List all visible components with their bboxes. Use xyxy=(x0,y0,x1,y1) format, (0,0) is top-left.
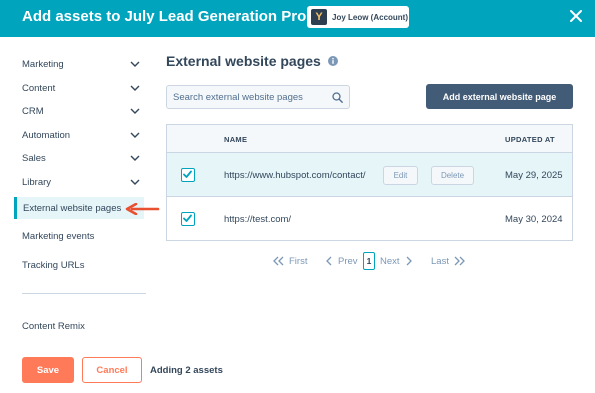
table-row: https://test.com/ May 30, 2024 xyxy=(167,197,572,241)
chevron-down-icon xyxy=(130,132,140,138)
pagination-next[interactable]: Next xyxy=(380,252,412,270)
modal-header: Add assets to July Lead Generation Promo… xyxy=(0,0,595,37)
sidebar-item-sales[interactable]: Sales xyxy=(22,148,140,168)
sidebar-item-label: Content Remix xyxy=(22,320,85,332)
delete-button[interactable]: Delete xyxy=(431,166,474,185)
row-checkbox[interactable] xyxy=(181,168,195,182)
sidebar-item-label: Automation xyxy=(22,129,71,141)
sidebar-item-label: Tracking URLs xyxy=(22,259,85,271)
page-url[interactable]: https://www.hubspot.com/contact/ xyxy=(224,170,366,181)
double-chevron-left-icon xyxy=(273,256,284,266)
sidebar-item-automation[interactable]: Automation xyxy=(22,125,140,145)
pagination-next-label: Next xyxy=(380,255,400,267)
chevron-left-icon xyxy=(326,256,332,266)
pagination-last[interactable]: Last xyxy=(431,252,465,270)
pagination-current-page[interactable]: 1 xyxy=(363,252,375,270)
sidebar-item-library[interactable]: Library xyxy=(22,172,140,192)
check-icon xyxy=(183,214,192,222)
save-button[interactable]: Save xyxy=(22,357,74,383)
search-field xyxy=(166,85,350,109)
chevron-right-icon xyxy=(406,256,412,266)
double-chevron-right-icon xyxy=(454,256,465,266)
sidebar-divider xyxy=(22,293,146,294)
column-header-name[interactable]: NAME xyxy=(224,135,247,144)
sidebar-item-marketing-events[interactable]: Marketing events xyxy=(22,226,140,246)
table-header: NAME UPDATED AT xyxy=(167,125,572,153)
chevron-down-icon xyxy=(130,85,140,91)
pagination-first-label: First xyxy=(289,255,308,267)
sidebar-item-crm[interactable]: CRM xyxy=(22,101,140,121)
sidebar-item-label: Library xyxy=(22,176,52,188)
check-icon xyxy=(183,170,192,178)
sidebar-item-label: Marketing events xyxy=(22,230,95,242)
pointer-arrow-icon xyxy=(125,203,160,215)
column-header-updated-at[interactable]: UPDATED AT xyxy=(505,135,555,144)
pagination-last-label: Last xyxy=(431,255,449,267)
sidebar-item-tracking-urls[interactable]: Tracking URLs xyxy=(22,255,140,275)
updated-at: May 30, 2024 xyxy=(505,214,563,225)
search-input[interactable] xyxy=(167,86,317,108)
close-icon[interactable] xyxy=(568,8,584,24)
sidebar-item-label: Marketing xyxy=(22,58,64,70)
adding-assets-status: Adding 2 assets xyxy=(150,365,223,376)
sidebar-item-label: External website pages xyxy=(23,202,122,214)
pages-table: NAME UPDATED AT https://www.hubspot.com/… xyxy=(166,124,573,241)
chevron-down-icon xyxy=(130,108,140,114)
modal-title: Add assets to July Lead Generation Promo xyxy=(22,8,329,25)
add-external-website-page-button[interactable]: Add external website page xyxy=(426,84,573,109)
sidebar-item-label: CRM xyxy=(22,105,44,117)
page-url[interactable]: https://test.com/ xyxy=(224,214,291,225)
chevron-down-icon xyxy=(130,179,140,185)
pagination-prev[interactable]: Prev xyxy=(326,252,358,270)
pagination-prev-label: Prev xyxy=(338,255,358,267)
edit-button[interactable]: Edit xyxy=(383,166,418,185)
sidebar-item-marketing[interactable]: Marketing xyxy=(22,54,140,74)
search-icon[interactable] xyxy=(332,92,343,103)
row-checkbox[interactable] xyxy=(181,212,195,226)
account-name: Joy Leow (Account) xyxy=(332,12,409,22)
sidebar-item-label: Sales xyxy=(22,152,46,164)
info-icon[interactable] xyxy=(328,56,338,66)
sidebar-item-label: Content xyxy=(22,82,56,94)
page-title: External website pages xyxy=(166,53,321,69)
pagination-first[interactable]: First xyxy=(273,252,307,270)
account-chip[interactable]: Y Joy Leow (Account) xyxy=(307,6,409,28)
sidebar: Marketing Content CRM Automation Sales L… xyxy=(0,37,150,347)
account-logo: Y xyxy=(311,9,327,25)
cancel-button[interactable]: Cancel xyxy=(82,357,142,383)
updated-at: May 29, 2025 xyxy=(505,170,563,181)
chevron-down-icon xyxy=(130,155,140,161)
table-row: https://www.hubspot.com/contact/ Edit De… xyxy=(167,153,572,197)
sidebar-item-content-remix[interactable]: Content Remix xyxy=(22,316,140,336)
sidebar-item-content[interactable]: Content xyxy=(22,78,140,98)
chevron-down-icon xyxy=(130,61,140,67)
